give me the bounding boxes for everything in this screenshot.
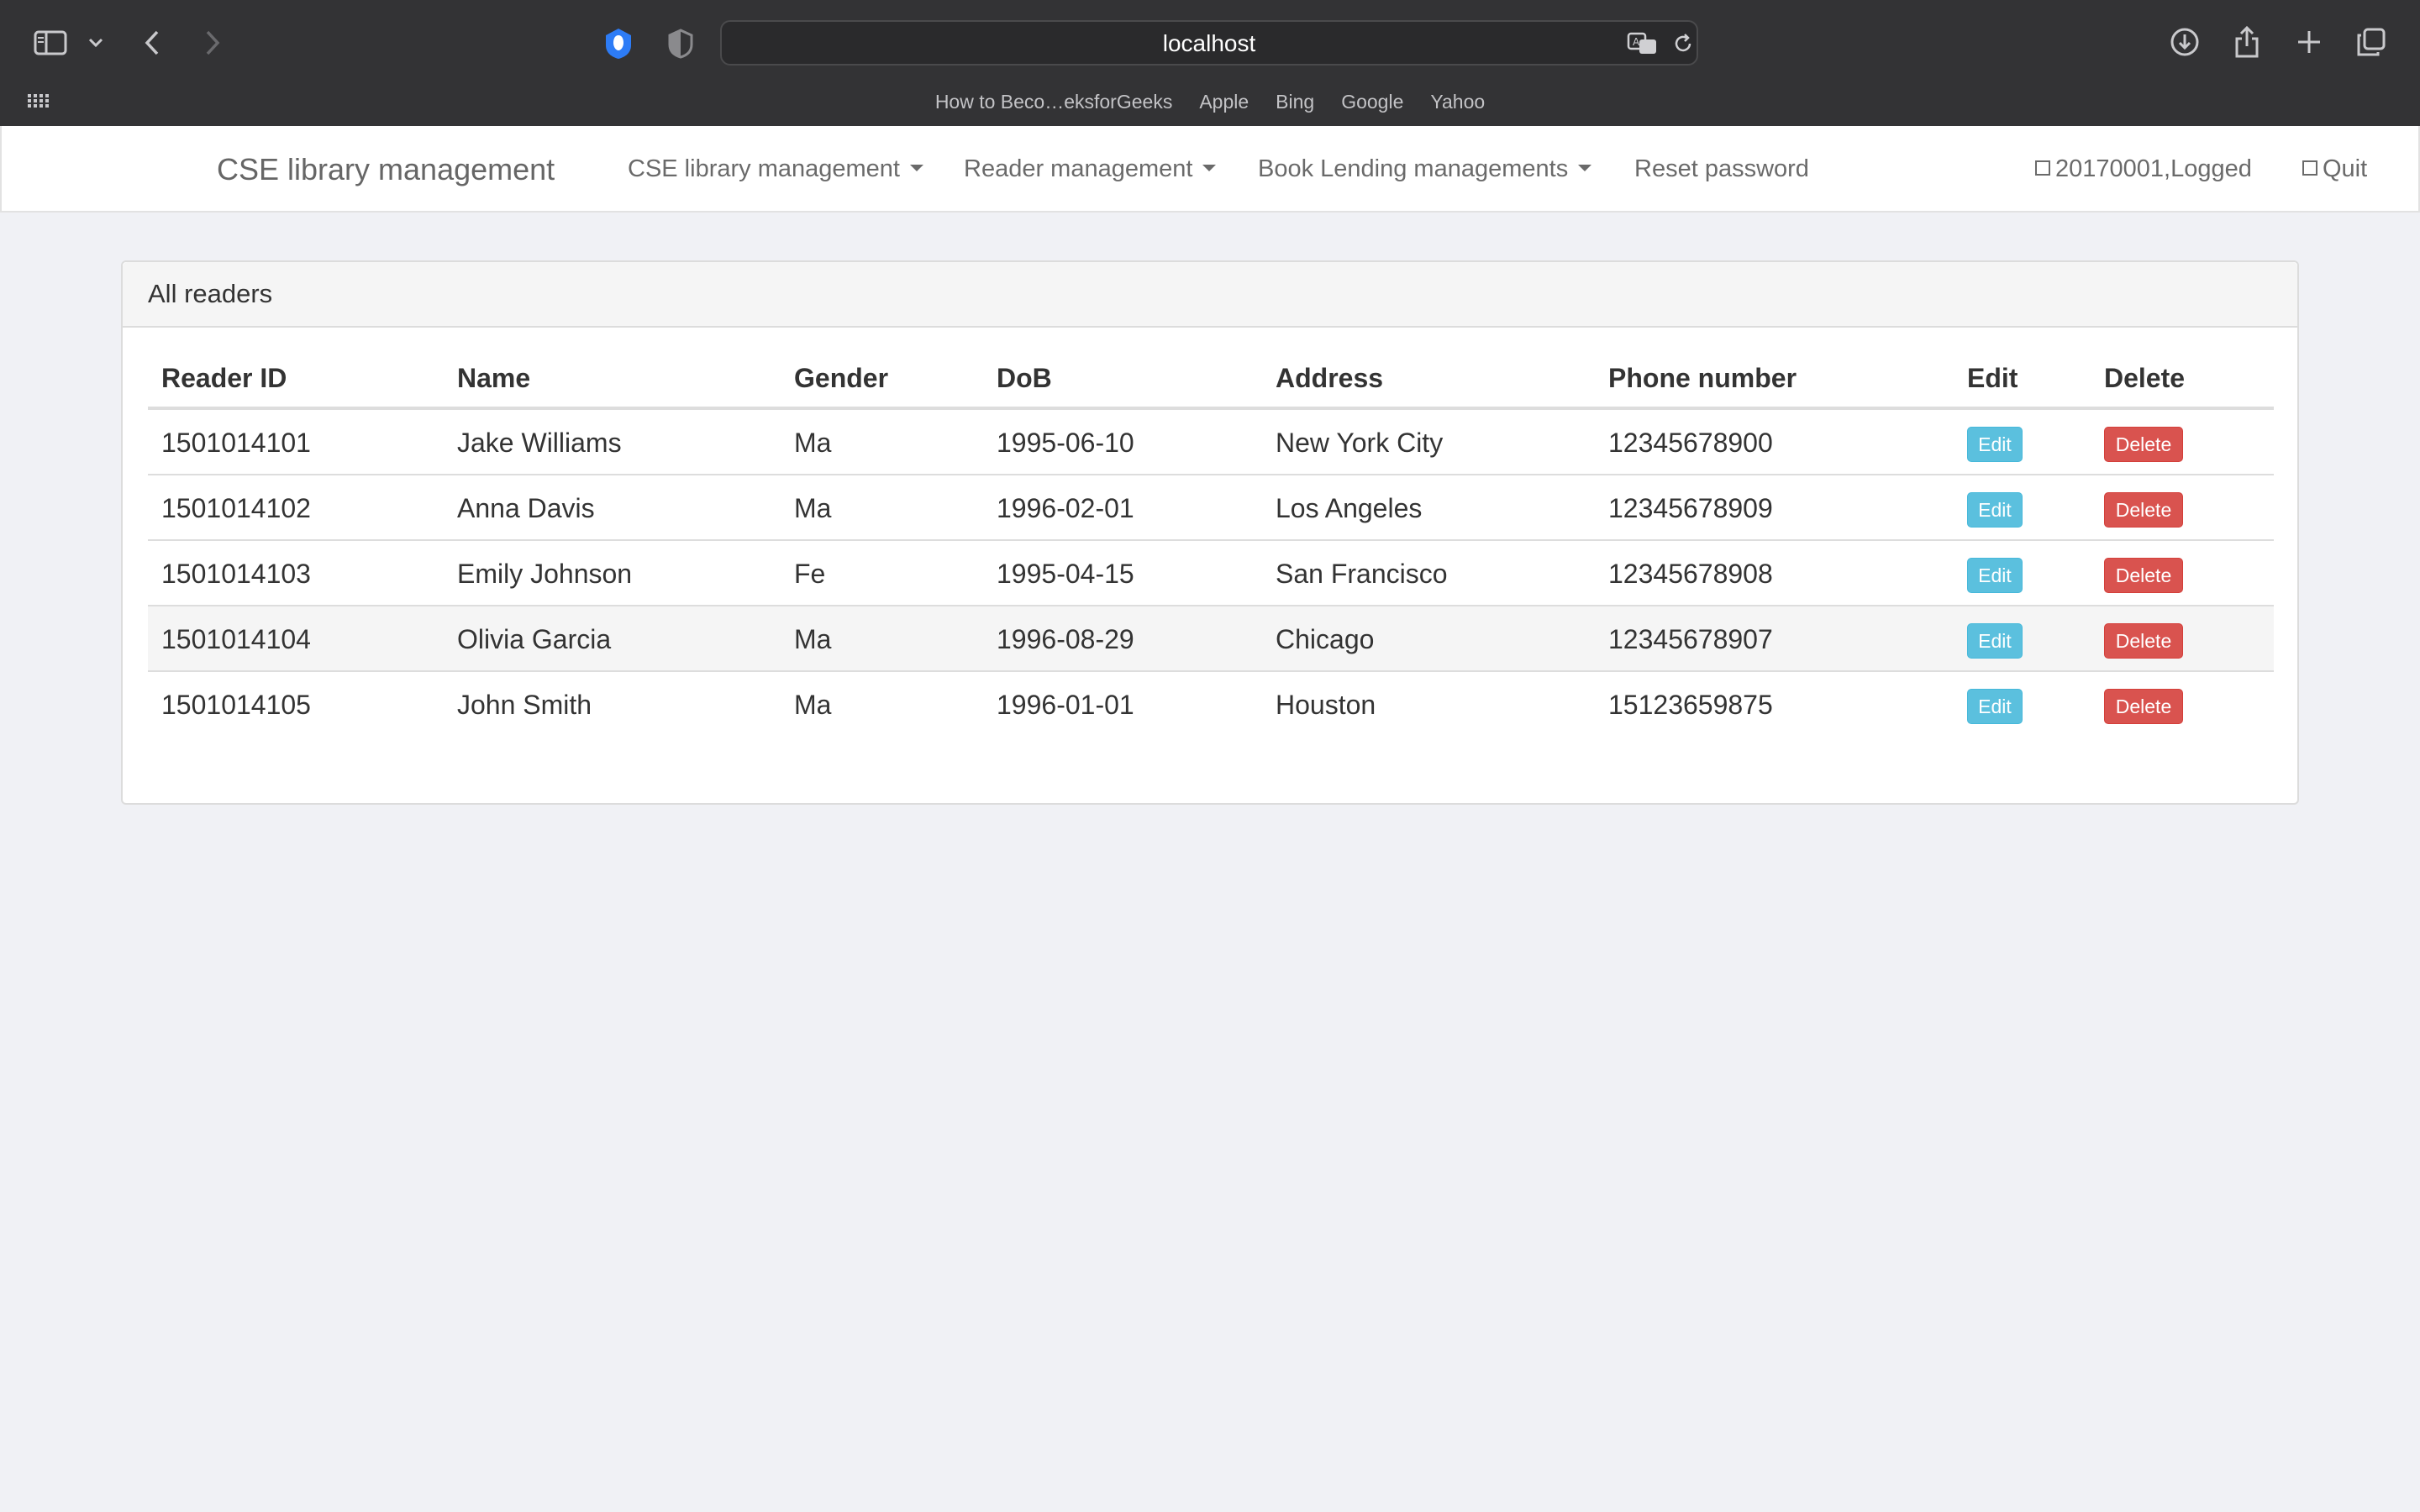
col-edit: Edit [1967,363,2018,393]
cell-name: Anna Davis [457,493,595,523]
cell-name: Olivia Garcia [457,624,612,654]
edit-button[interactable]: Edit [1967,492,2023,528]
translate-icon[interactable]: A [1626,29,1660,59]
edit-button[interactable]: Edit [1967,689,2023,724]
cell-name: John Smith [457,690,592,720]
cell-dob: 1995-04-15 [997,559,1134,589]
caret-down-icon [1578,165,1592,172]
table-row: 1501014101 Jake Williams Ma 1995-06-10 N… [148,410,2274,475]
menu-library-management[interactable]: CSE library management [628,126,923,213]
menu-reader-management[interactable]: Reader management [964,126,1217,213]
new-tab-icon[interactable] [2292,25,2326,59]
forward-icon[interactable] [200,27,225,59]
user-icon [2035,160,2050,176]
cell-phone: 15123659875 [1608,690,1773,720]
cell-address: Chicago [1276,624,1375,654]
col-phone: Phone number [1608,363,1797,393]
cell-phone: 12345678908 [1608,559,1773,589]
cell-reader-id: 1501014104 [161,624,311,654]
caret-down-icon [1202,165,1217,172]
col-dob: DoB [997,363,1052,393]
cell-dob: 1996-02-01 [997,493,1134,523]
bookmark-google[interactable]: Google [1341,87,1403,116]
readers-table: Reader ID Name Gender DoB Address Phone … [148,346,2274,738]
bookmark-apple[interactable]: Apple [1199,87,1249,116]
cell-address: Los Angeles [1276,493,1423,523]
readers-panel: All readers Reader ID Name Gender DoB Ad… [121,260,2299,805]
cell-reader-id: 1501014102 [161,493,311,523]
app-navbar: CSE library management CSE library manag… [0,126,2420,213]
logout-icon [2302,160,2317,176]
privacy-shield-icon[interactable] [600,25,637,62]
edit-button[interactable]: Edit [1967,427,2023,462]
delete-button[interactable]: Delete [2104,558,2183,593]
table-row: 1501014103 Emily Johnson Fe 1995-04-15 S… [148,541,2274,606]
share-icon[interactable] [2230,24,2264,60]
cell-gender: Fe [794,559,826,589]
col-address: Address [1276,363,1384,393]
bookmark-bing[interactable]: Bing [1276,87,1314,116]
cell-reader-id: 1501014103 [161,559,311,589]
col-reader-id: Reader ID [161,363,287,393]
edit-button[interactable]: Edit [1967,623,2023,659]
cell-dob: 1995-06-10 [997,428,1134,458]
col-name: Name [457,363,531,393]
menu-label: Book Lending managements [1258,155,1569,182]
cell-dob: 1996-08-29 [997,624,1134,654]
quit-label: Quit [2323,155,2368,182]
cell-reader-id: 1501014105 [161,690,311,720]
cell-gender: Ma [794,624,832,654]
cell-address: San Francisco [1276,559,1448,589]
bookmark-yahoo[interactable]: Yahoo [1430,87,1485,116]
col-gender: Gender [794,363,889,393]
table-row: 1501014104 Olivia Garcia Ma 1996-08-29 C… [148,606,2274,672]
cell-phone: 12345678909 [1608,493,1773,523]
caret-down-icon [909,165,923,172]
delete-button[interactable]: Delete [2104,689,2183,724]
chevron-down-icon[interactable] [86,34,106,52]
delete-button[interactable]: Delete [2104,492,2183,528]
menu-book-lending[interactable]: Book Lending managements [1258,126,1592,213]
navbar-brand[interactable]: CSE library management [217,126,555,213]
cell-address: Houston [1276,690,1376,720]
cell-name: Emily Johnson [457,559,633,589]
browser-toolbar: localhost A How to Beco…eksforGeeks Appl… [0,0,2420,126]
shield-icon[interactable] [664,27,697,60]
user-status-label: 20170001,Logged [2055,155,2252,182]
menu-label: CSE library management [628,155,900,182]
menu-label: Reader management [964,155,1193,182]
cell-gender: Ma [794,493,832,523]
reload-icon[interactable] [1670,30,1697,57]
address-bar[interactable]: localhost A [720,20,1698,66]
user-status-link[interactable]: 20170001,Logged [2035,126,2252,213]
url-text: localhost [1162,30,1256,56]
bookmark-geeksforgeeks[interactable]: How to Beco…eksforGeeks [935,87,1173,116]
cell-gender: Ma [794,690,832,720]
cell-gender: Ma [794,428,832,458]
tabs-overview-icon[interactable] [2354,25,2388,59]
download-icon[interactable] [2168,25,2202,59]
reset-password-link[interactable]: Reset password [1634,126,1809,213]
edit-button[interactable]: Edit [1967,558,2023,593]
table-header: Reader ID Name Gender DoB Address Phone … [148,346,2274,410]
svg-text:A: A [1633,36,1640,48]
cell-phone: 12345678907 [1608,624,1773,654]
cell-name: Jake Williams [457,428,622,458]
col-delete: Delete [2104,363,2186,393]
quit-link[interactable]: Quit [2302,126,2367,213]
bookmarks-bar: How to Beco…eksforGeeks Apple Bing Googl… [0,87,2420,116]
back-icon[interactable] [139,27,165,59]
delete-button[interactable]: Delete [2104,623,2183,659]
panel-title: All readers [123,262,2297,328]
cell-reader-id: 1501014101 [161,428,311,458]
sidebar-icon[interactable] [32,29,69,57]
table-row: 1501014105 John Smith Ma 1996-01-01 Hous… [148,672,2274,738]
table-row: 1501014102 Anna Davis Ma 1996-02-01 Los … [148,475,2274,541]
cell-address: New York City [1276,428,1444,458]
cell-phone: 12345678900 [1608,428,1773,458]
cell-dob: 1996-01-01 [997,690,1134,720]
delete-button[interactable]: Delete [2104,427,2183,462]
